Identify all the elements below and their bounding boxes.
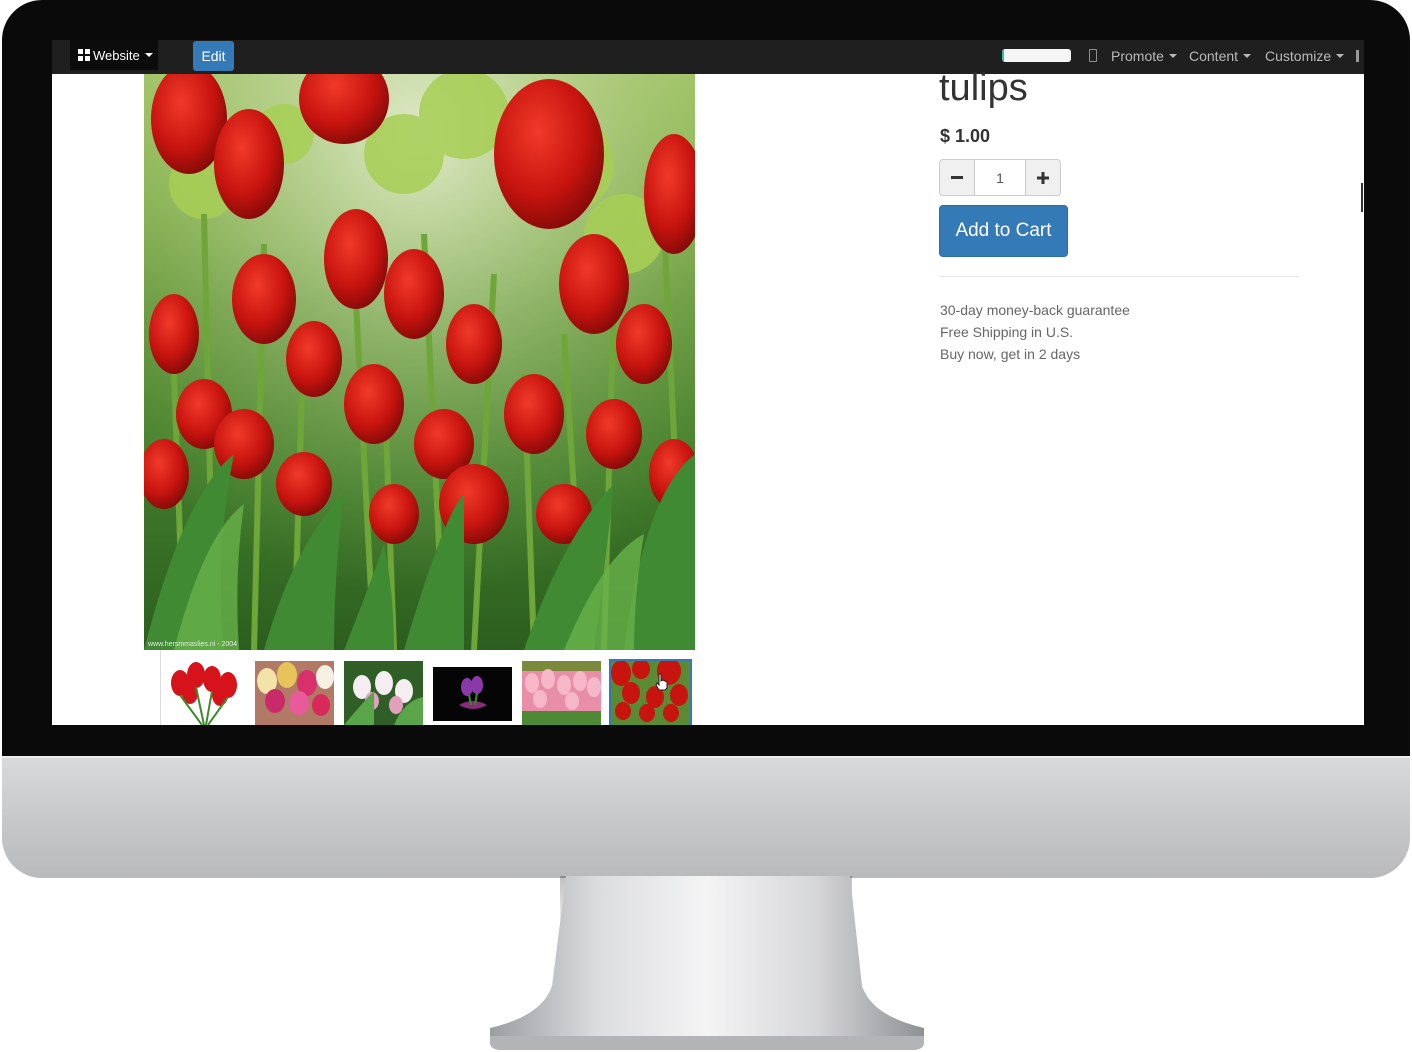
website-apps-menu[interactable]: Website xyxy=(70,40,158,70)
product-main-image: www.hersmmaslies.ni - 2004 xyxy=(144,74,695,650)
thumbnail-4[interactable] xyxy=(433,661,512,725)
plus-icon xyxy=(1037,171,1049,184)
thumbnail-1[interactable] xyxy=(166,661,245,725)
decrease-quantity-button[interactable] xyxy=(939,159,975,196)
menu-promote[interactable]: Promote xyxy=(1111,40,1177,72)
thumbnail-5[interactable] xyxy=(522,661,601,725)
menu-promote-label: Promote xyxy=(1111,48,1164,64)
image-watermark: www.hersmmaslies.ni - 2004 xyxy=(148,641,238,648)
increase-quantity-button[interactable] xyxy=(1025,159,1061,196)
mobile-preview-icon[interactable] xyxy=(1089,49,1097,62)
benefit-free-shipping: Free Shipping in U.S. xyxy=(940,324,1074,340)
progress-fill xyxy=(1002,49,1005,62)
thumbnail-strip xyxy=(160,650,696,725)
thumbnail-6[interactable] xyxy=(609,659,692,725)
thumbnail-3[interactable] xyxy=(344,661,423,725)
browser-screen: Website Edit Promote Content Customize w… xyxy=(52,40,1364,725)
add-to-cart-button[interactable]: Add to Cart xyxy=(939,205,1068,257)
thumbnail-2[interactable] xyxy=(255,661,334,725)
minus-icon xyxy=(951,175,963,179)
benefit-money-back: 30-day money-back guarantee xyxy=(940,302,1130,318)
menu-customize[interactable]: Customize xyxy=(1265,40,1345,72)
benefit-fast-delivery: Buy now, get in 2 days xyxy=(940,346,1081,362)
menu-customize-label: Customize xyxy=(1265,48,1332,64)
tulip-field-image xyxy=(144,74,695,650)
editor-topbar: Website Edit Promote Content Customize xyxy=(52,40,1364,74)
divider xyxy=(939,276,1299,277)
monitor-stand xyxy=(490,876,924,1050)
website-menu-label: Website xyxy=(93,47,140,63)
quantity-input[interactable] xyxy=(975,159,1025,196)
chevron-down-icon xyxy=(1168,54,1177,58)
text-cursor xyxy=(1361,183,1363,212)
product-title: tulips xyxy=(939,67,1028,109)
progress-indicator xyxy=(1002,49,1071,62)
chevron-down-icon xyxy=(1336,54,1345,58)
help-menu-edge[interactable] xyxy=(1356,50,1359,62)
quantity-stepper xyxy=(939,159,1061,196)
edit-button[interactable]: Edit xyxy=(193,41,234,71)
chevron-down-icon xyxy=(1243,54,1252,58)
hand-cursor-icon xyxy=(655,673,668,691)
product-benefits: 30-day money-back guarantee Free Shippin… xyxy=(940,299,1130,365)
menu-content[interactable]: Content xyxy=(1189,40,1252,72)
menu-content-label: Content xyxy=(1189,48,1239,64)
product-price: $ 1.00 xyxy=(940,126,991,146)
monitor-chin xyxy=(2,756,1410,878)
apps-grid-icon xyxy=(78,49,90,61)
chevron-down-icon xyxy=(144,53,153,57)
